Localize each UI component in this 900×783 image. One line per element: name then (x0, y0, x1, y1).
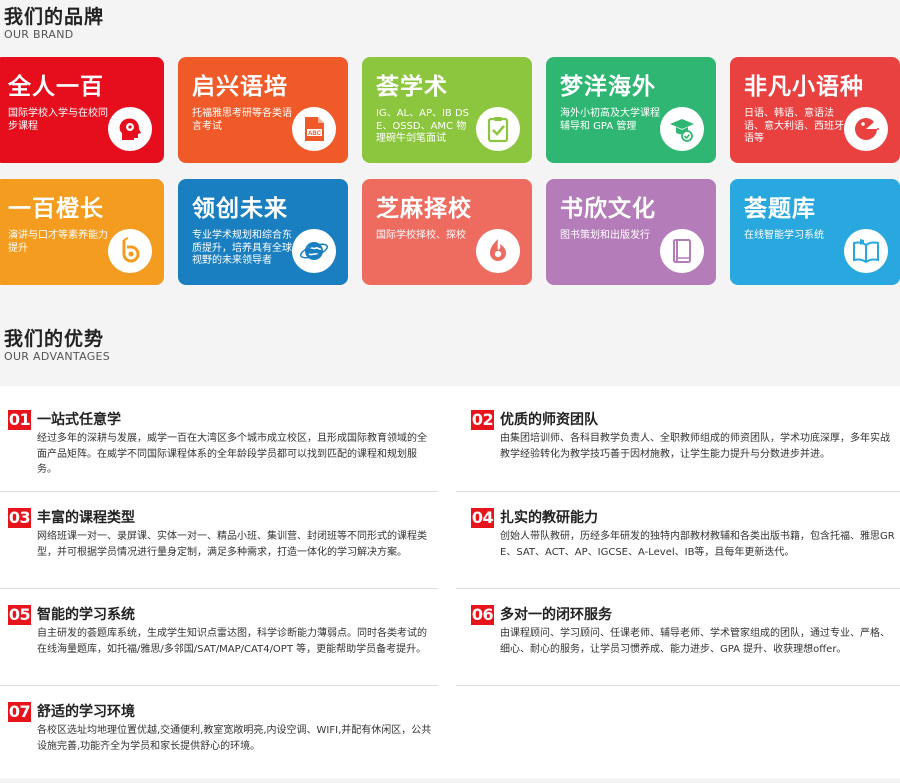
brand-card-desc: 托福雅思考研等各类语言考试 (192, 108, 292, 132)
advantages-panel: 01 一站式任意学 经过多年的深耕与发展，威学一百在大湾区多个城市成立校区，且形… (0, 386, 900, 778)
divider (456, 491, 900, 492)
advantage-number: 07 (8, 702, 31, 722)
speech-face-icon (844, 107, 888, 151)
brand-card-desc: IG、AL、AP、IB DSE、OSSD、AMC 物理碗牛剑笔面试 (376, 108, 470, 144)
advantage-number: 04 (471, 508, 494, 528)
brand-card-desc: 专业学术规划和综合东质提升，培养具有全球视野的未来领导者 (192, 230, 292, 266)
divider (0, 588, 438, 589)
advantage-section-subtitle: OUR ADVANTAGES (4, 350, 111, 363)
advantage-title: 优质的师资团队 (500, 412, 598, 428)
brand-card-desc: 日语、韩语、意语法语、意大利语、西班牙语等 (744, 108, 844, 144)
brand-card-desc: 在线智能学习系统 (744, 230, 824, 241)
brand-card[interactable]: 一百橙长 演讲与口才等素养能力提升 (0, 179, 164, 285)
advantage-number: 02 (471, 410, 494, 430)
open-book-icon (844, 229, 888, 273)
head-gear-icon (108, 107, 152, 151)
brand-card-title: 荟学术 (376, 74, 448, 100)
advantage-title: 舒适的学习环境 (37, 704, 135, 720)
divider (456, 685, 900, 686)
brand-section-header: 我们的品牌 OUR BRAND (4, 6, 104, 41)
brand-card-desc: 国际学校入学与在校同步课程 (8, 108, 108, 132)
advantage-desc: 网络班课一对一、录屏课、实体一对一、精品小班、集训营、封闭班等不同形式的课程类型… (37, 531, 427, 558)
graduate-icon (660, 107, 704, 151)
brand-card-title: 启兴语培 (192, 74, 288, 100)
brand-card[interactable]: 书欣文化 图书策划和出版发行 (546, 179, 716, 285)
advantage-desc: 创始人带队教研，历经多年研发的独特内部教材教辅和各类出版书籍，包含托福、雅思GR… (500, 531, 895, 558)
brand-card[interactable]: 荟题库 在线智能学习系统 (730, 179, 900, 285)
brand-card-desc: 国际学校择校、探校 (376, 230, 466, 241)
brand-card[interactable]: 全人一百 国际学校入学与在校同步课程 (0, 57, 164, 163)
advantage-desc: 由集团培训师、各科目教学负责人、全职教师组成的师资团队，学术功底深厚，多年实战教… (500, 433, 890, 460)
advantage-section-title: 我们的优势 (4, 328, 105, 350)
brand-section-subtitle: OUR BRAND (4, 28, 74, 41)
book-icon (660, 229, 704, 273)
location-pin-icon (476, 229, 520, 273)
brand-card-title: 一百橙长 (8, 196, 104, 222)
advantage-desc: 经过多年的深耕与发展，威学一百在大湾区多个城市成立校区，且形成国际教育领域的全面… (37, 433, 427, 475)
brand-card[interactable]: 非凡小语种 日语、韩语、意语法语、意大利语、西班牙语等 (730, 57, 900, 163)
brand-card[interactable]: 梦洋海外 海外小初高及大学课程辅导和 GPA 管理 (546, 57, 716, 163)
advantage-number: 06 (471, 605, 494, 625)
brand-card[interactable]: 芝麻择校 国际学校择校、探校 (362, 179, 532, 285)
brand-card-desc: 图书策划和出版发行 (560, 230, 650, 241)
brand-card-title: 非凡小语种 (744, 74, 864, 100)
brand-card[interactable]: 领创未来 专业学术规划和综合东质提升，培养具有全球视野的未来领导者 (178, 179, 348, 285)
advantage-number: 05 (8, 605, 31, 625)
brand-card-desc: 海外小初高及大学课程辅导和 GPA 管理 (560, 108, 660, 132)
brand-card[interactable]: 启兴语培 托福雅思考研等各类语言考试 ABC (178, 57, 348, 163)
brand-card-title: 全人一百 (8, 74, 104, 100)
brand-card-title: 书欣文化 (560, 196, 656, 222)
clipboard-check-icon (476, 107, 520, 151)
brand-section-title: 我们的品牌 (4, 6, 105, 28)
advantage-number: 03 (8, 508, 31, 528)
advantage-title: 多对一的闭环服务 (500, 607, 612, 623)
divider (456, 588, 900, 589)
advantage-section-header: 我们的优势 OUR ADVANTAGES (4, 328, 110, 363)
brand-card-title: 荟题库 (744, 196, 816, 222)
advantage-title: 丰富的课程类型 (37, 510, 135, 526)
brand-card-title: 芝麻择校 (376, 196, 472, 222)
abc-document-icon: ABC (292, 107, 336, 151)
brand-card-title: 领创未来 (192, 196, 288, 222)
brand-card-title: 梦洋海外 (560, 74, 656, 100)
advantage-title: 扎实的教研能力 (500, 510, 598, 526)
advantage-desc: 自主研发的荟题库系统，生成学生知识点雷达图，科学诊断能力薄弱点。同时各类考试的在… (37, 628, 427, 655)
advantage-title: 一站式任意学 (37, 412, 121, 428)
brand-card-desc: 演讲与口才等素养能力提升 (8, 230, 108, 254)
svg-text:ABC: ABC (308, 131, 322, 137)
growth-logo-icon (108, 229, 152, 273)
advantage-number: 01 (8, 410, 31, 430)
advantage-desc: 各校区选址均地理位置优越,交通便利,教室宽敞明亮,内设空调、WIFI,并配有休闲… (37, 725, 432, 752)
advantage-desc: 由课程顾问、学习顾问、任课老师、辅导老师、学术管家组成的团队，通过专业、严格、细… (500, 628, 890, 655)
divider (0, 491, 438, 492)
brand-card[interactable]: 荟学术 IG、AL、AP、IB DSE、OSSD、AMC 物理碗牛剑笔面试 (362, 57, 532, 163)
globe-icon (292, 229, 336, 273)
advantage-title: 智能的学习系统 (37, 607, 135, 623)
divider (0, 685, 438, 686)
